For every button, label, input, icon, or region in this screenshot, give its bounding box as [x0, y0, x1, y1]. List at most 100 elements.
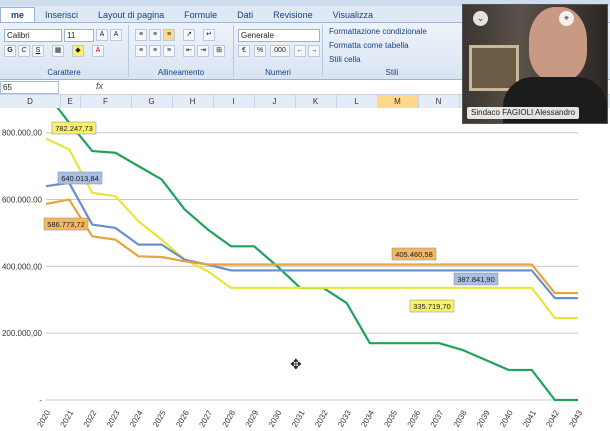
thousands-button[interactable]: 000 [270, 45, 290, 57]
x-tick-label: 2037 [429, 408, 446, 428]
wrap-text-icon[interactable]: ↵ [203, 29, 215, 41]
tab-page-layout[interactable]: Layout di pagina [88, 8, 174, 22]
bold-button[interactable]: G [4, 45, 16, 57]
column-header-D[interactable]: D [0, 95, 61, 108]
tab-data[interactable]: Dati [227, 8, 263, 22]
x-tick-label: 2040 [498, 408, 515, 428]
x-tick-label: 2022 [82, 408, 99, 428]
x-tick-label: 2042 [544, 408, 561, 428]
number-group: Generale € % 000 ← → Numeri [234, 25, 323, 77]
cell-styles-button[interactable]: Stili cella [329, 55, 361, 64]
x-tick-label: 2020 [35, 408, 52, 428]
column-header-K[interactable]: K [295, 95, 337, 108]
x-tick-label: 2035 [382, 408, 399, 428]
tab-insert[interactable]: Inserisci [35, 8, 88, 22]
currency-icon[interactable]: € [238, 45, 250, 57]
font-color-icon[interactable]: A [92, 45, 104, 57]
line-chart[interactable]: 800.000,00 600.000,00 400.000,00 200.000,00… [0, 108, 610, 431]
align-right-icon[interactable]: ≡ [163, 45, 175, 57]
data-label: 387.841,90 [457, 275, 495, 284]
format-as-table-button[interactable]: Formatta come tabella [329, 41, 409, 50]
picture-frame [469, 45, 519, 91]
x-tick-label: 2027 [197, 408, 214, 428]
data-label: 405.460,58 [395, 250, 433, 259]
tab-formulas[interactable]: Formule [174, 8, 227, 22]
percent-button[interactable]: % [254, 45, 266, 57]
name-box[interactable]: 65 [0, 81, 59, 94]
x-tick-label: 2024 [128, 408, 145, 428]
underline-button[interactable]: S [32, 45, 44, 57]
x-tick-label: 2025 [151, 408, 168, 428]
video-tile[interactable]: ⌄ ⌖ Sindaco FAGIOLI Alessandro [462, 4, 608, 124]
alignment-group: ≡ ≡ ≡ ↗ ↵ ≡ ≡ ≡ ⇤ ⇥ ⊞ Allineamento [129, 25, 234, 77]
y-tick-label: 200.000,00 [2, 329, 43, 338]
x-tick-label: 2036 [406, 408, 423, 428]
y-tick-label: - [39, 396, 42, 405]
y-tick-label: 800.000,00 [2, 129, 43, 138]
italic-button[interactable]: C [18, 45, 30, 57]
column-header-N[interactable]: N [418, 95, 460, 108]
alignment-group-label: Allineamento [157, 68, 205, 77]
font-group-label: Carattere [47, 68, 81, 77]
chevron-down-icon[interactable]: ⌄ [473, 11, 488, 26]
align-bottom-icon[interactable]: ≡ [163, 29, 175, 41]
decrease-decimal-icon[interactable]: → [308, 45, 320, 57]
x-tick-label: 2039 [475, 408, 492, 428]
column-header-H[interactable]: H [172, 95, 214, 108]
y-tick-label: 400.000,00 [2, 262, 43, 271]
decrease-indent-icon[interactable]: ⇤ [183, 45, 195, 57]
merge-cells-icon[interactable]: ⊞ [213, 45, 225, 57]
orientation-icon[interactable]: ↗ [183, 29, 195, 41]
x-tick-label: 2028 [221, 408, 238, 428]
align-center-icon[interactable]: ≡ [149, 45, 161, 57]
tab-view[interactable]: Visualizza [323, 8, 383, 22]
x-tick-label: 2030 [267, 408, 284, 428]
tab-review[interactable]: Revisione [263, 8, 323, 22]
pin-icon[interactable]: ⌖ [559, 11, 574, 26]
series-line-1 [45, 137, 578, 320]
fx-icon[interactable]: fx [96, 81, 103, 91]
data-label: 640.013,84 [61, 174, 99, 183]
column-header-F[interactable]: F [80, 95, 132, 108]
borders-icon[interactable]: ▦ [52, 45, 64, 57]
align-middle-icon[interactable]: ≡ [149, 29, 161, 41]
move-cursor-icon: ✥ [290, 356, 302, 372]
x-tick-label: 2041 [521, 408, 538, 428]
fill-color-icon[interactable]: ◆ [72, 45, 84, 57]
column-header-E[interactable]: E [60, 95, 81, 108]
font-group: Calibri 11 A A G C S ▦ ◆ A Carattere [0, 25, 129, 77]
participant-name: Sindaco FAGIOLI Alessandro [467, 107, 580, 119]
x-tick-label: 2032 [313, 408, 330, 428]
increase-indent-icon[interactable]: ⇥ [197, 45, 209, 57]
number-group-label: Numeri [265, 68, 291, 77]
styles-group: Formattazione condizionale Formatta come… [323, 25, 461, 77]
x-tick-label: 2029 [244, 408, 261, 428]
column-header-I[interactable]: I [213, 95, 255, 108]
data-label: 782.247,73 [55, 124, 93, 133]
x-tick-label: 2038 [452, 408, 469, 428]
increase-decimal-icon[interactable]: ← [294, 45, 306, 57]
font-name-combo[interactable]: Calibri [4, 29, 62, 42]
tab-home[interactable]: me [0, 7, 36, 22]
column-header-M[interactable]: M [377, 95, 419, 108]
x-tick-label: 2034 [359, 408, 376, 428]
number-format-combo[interactable]: Generale [238, 29, 320, 42]
shrink-font-button[interactable]: A [110, 29, 122, 41]
x-tick-label: 2033 [336, 408, 353, 428]
grow-font-button[interactable]: A [96, 29, 108, 41]
x-tick-label: 2043 [567, 408, 584, 428]
data-label: 335.719,70 [413, 302, 451, 311]
x-tick-label: 2031 [290, 408, 307, 428]
y-tick-label: 600.000,00 [2, 196, 43, 205]
column-header-G[interactable]: G [131, 95, 173, 108]
styles-group-label: Stili [385, 68, 399, 77]
data-label: 586.773,72 [47, 220, 85, 229]
conditional-format-button[interactable]: Formattazione condizionale [329, 27, 427, 36]
participant-face [529, 7, 587, 81]
align-top-icon[interactable]: ≡ [135, 29, 147, 41]
font-size-combo[interactable]: 11 [64, 29, 94, 42]
column-header-L[interactable]: L [336, 95, 378, 108]
x-tick-label: 2021 [59, 408, 76, 428]
align-left-icon[interactable]: ≡ [135, 45, 147, 57]
column-header-J[interactable]: J [254, 95, 296, 108]
